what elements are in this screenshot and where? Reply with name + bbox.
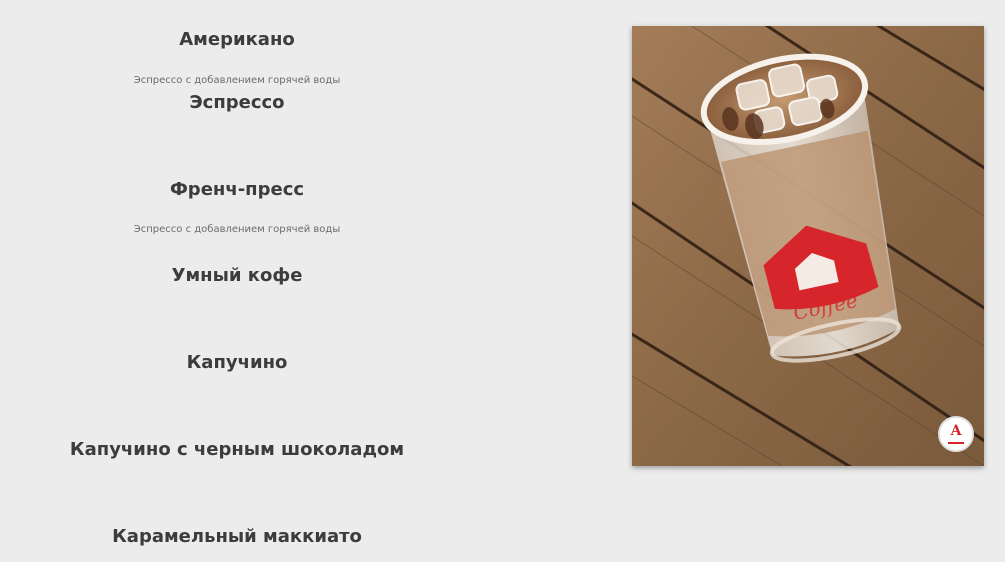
- coffee-menu-list: Американо Эспрессо с добавлением горячей…: [0, 0, 474, 562]
- menu-item-title[interactable]: Капучино с черным шоколадом: [0, 439, 474, 461]
- menu-item-title[interactable]: Эспрессо: [0, 92, 474, 114]
- menu-item-title[interactable]: Американо: [0, 29, 474, 51]
- menu-item-title[interactable]: Карамельный маккиато: [0, 526, 474, 548]
- menu-item-description: Эспрессо с добавлением горячей воды: [133, 224, 341, 235]
- photo-illustration: Coffee: [632, 26, 984, 466]
- menu-item-title[interactable]: Умный кофе: [0, 265, 474, 287]
- brand-logo-badge: A: [938, 416, 974, 452]
- brand-logo-letter: A: [950, 423, 962, 439]
- menu-item-title[interactable]: Капучино: [0, 352, 474, 374]
- menu-item-description: Эспрессо с добавлением горячей воды: [133, 75, 341, 86]
- menu-item-title[interactable]: Френч-пресс: [0, 179, 474, 201]
- page: Американо Эспрессо с добавлением горячей…: [0, 0, 1005, 562]
- iced-coffee-photo: Coffee A: [632, 26, 984, 466]
- brand-logo-underline: [948, 442, 964, 444]
